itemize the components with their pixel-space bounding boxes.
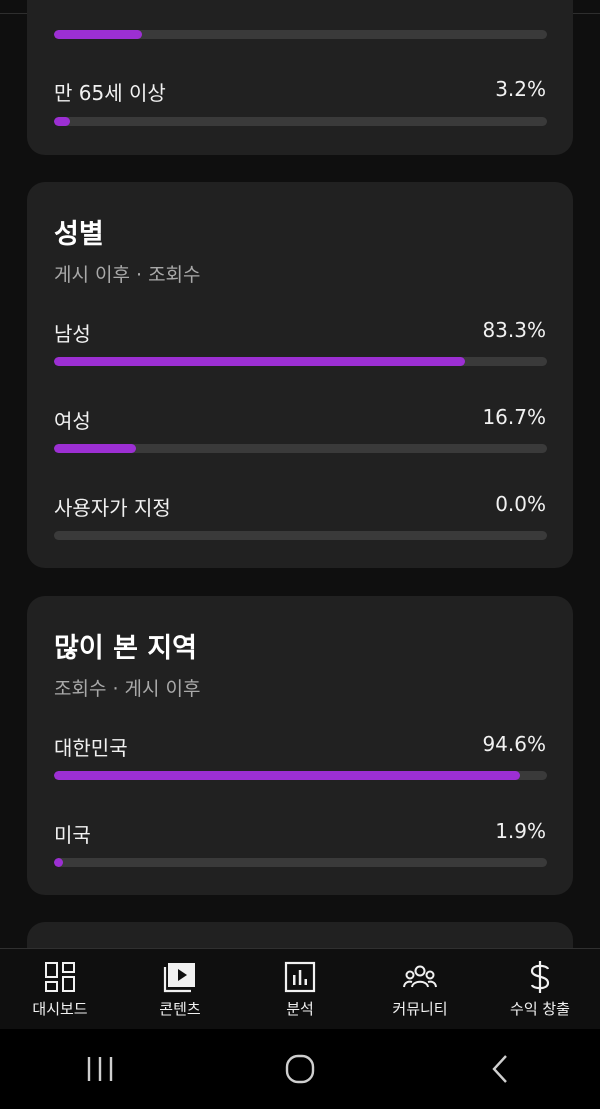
nav-monetization[interactable]: 수익 창출 bbox=[480, 949, 600, 1029]
region-row-usa-value: 1.9% bbox=[495, 819, 546, 843]
nav-content[interactable]: 콘텐츠 bbox=[120, 949, 240, 1029]
nav-community[interactable]: 커뮤니티 bbox=[360, 949, 480, 1029]
region-card-title: 많이 본 지역 bbox=[54, 633, 197, 664]
community-icon bbox=[403, 961, 437, 993]
region-row-korea-value: 94.6% bbox=[482, 732, 546, 756]
nav-analytics[interactable]: 분석 bbox=[240, 949, 360, 1029]
recent-apps-icon[interactable] bbox=[70, 1039, 130, 1099]
age-row-2-fill bbox=[54, 117, 70, 126]
region-row-korea-fill bbox=[54, 771, 521, 780]
nav-community-label: 커뮤니티 bbox=[392, 1000, 448, 1018]
system-nav-bar bbox=[0, 1029, 600, 1109]
gender-row-male-fill bbox=[54, 357, 465, 366]
gender-row-custom-value: 0.0% bbox=[495, 492, 546, 516]
gender-card: 성별 게시 이후 · 조회수 남성 83.3% 여성 16.7% 사용자가 지정… bbox=[27, 182, 573, 568]
age-card: 만 65세 이상 3.2% bbox=[27, 0, 573, 155]
region-card: 많이 본 지역 조회수 · 게시 이후 대한민국 94.6% 미국 1.9% bbox=[27, 596, 573, 895]
region-row-korea-label: 대한민국 bbox=[54, 736, 128, 760]
gender-card-subtitle: 게시 이후 · 조회수 bbox=[54, 264, 201, 286]
region-row-usa-fill bbox=[54, 858, 64, 867]
dashboard-icon bbox=[43, 961, 77, 993]
analytics-icon bbox=[283, 961, 317, 993]
region-row-korea-bar bbox=[54, 771, 547, 780]
nav-analytics-label: 분석 bbox=[286, 1000, 314, 1018]
age-row-1-bar bbox=[54, 30, 547, 39]
back-icon[interactable] bbox=[470, 1039, 530, 1099]
age-row-2-bar bbox=[54, 117, 547, 126]
gender-row-female-value: 16.7% bbox=[482, 405, 546, 429]
gender-row-female-bar bbox=[54, 444, 547, 453]
age-row-2-label: 만 65세 이상 bbox=[54, 81, 166, 105]
gender-row-female-fill bbox=[54, 444, 137, 453]
content-icon bbox=[163, 961, 197, 993]
nav-content-label: 콘텐츠 bbox=[159, 1000, 201, 1018]
nav-dashboard[interactable]: 대시보드 bbox=[0, 949, 120, 1029]
nav-dashboard-label: 대시보드 bbox=[32, 1000, 88, 1018]
nav-monetization-label: 수익 창출 bbox=[510, 1000, 570, 1018]
age-row-1-fill bbox=[54, 30, 142, 39]
dollar-icon bbox=[523, 961, 557, 993]
gender-row-custom-label: 사용자가 지정 bbox=[54, 496, 171, 520]
screen: 만 65세 이상 3.2% 성별 게시 이후 · 조회수 남성 83.3% 여성… bbox=[0, 0, 600, 1109]
gender-row-male-bar bbox=[54, 357, 547, 366]
gender-row-male-label: 남성 bbox=[54, 322, 91, 346]
gender-row-male-value: 83.3% bbox=[482, 318, 546, 342]
region-row-usa-bar bbox=[54, 858, 547, 867]
home-icon[interactable] bbox=[270, 1039, 330, 1099]
gender-row-custom-bar bbox=[54, 531, 547, 540]
gender-row-female-label: 여성 bbox=[54, 409, 91, 433]
bottom-nav: 대시보드 콘텐츠 분석 커뮤니티 수익 창출 bbox=[0, 948, 600, 1029]
region-row-usa-label: 미국 bbox=[54, 823, 91, 847]
age-row-2-value: 3.2% bbox=[495, 77, 546, 101]
gender-card-title: 성별 bbox=[54, 219, 104, 250]
region-card-subtitle: 조회수 · 게시 이후 bbox=[54, 678, 201, 700]
